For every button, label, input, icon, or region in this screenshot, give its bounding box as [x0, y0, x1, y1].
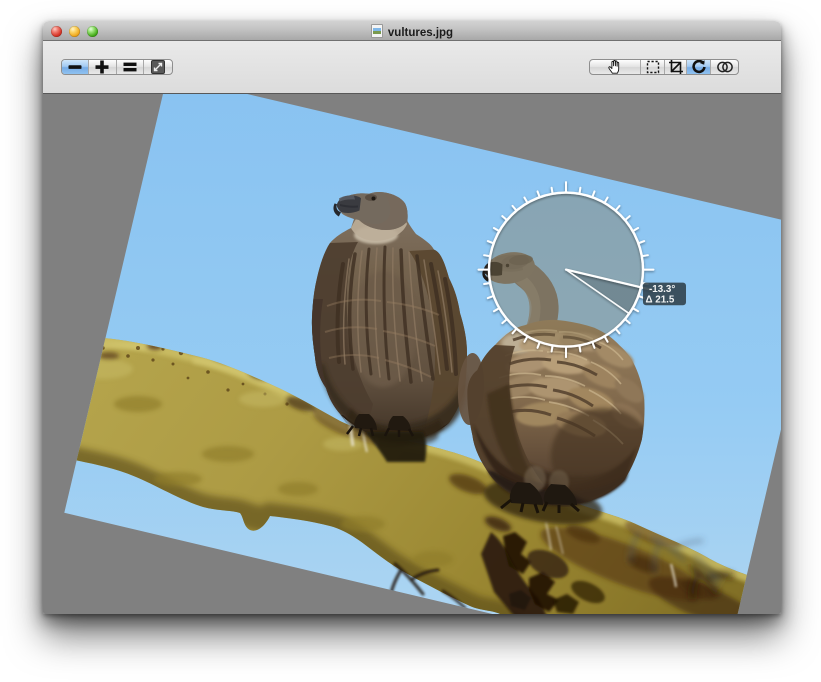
svg-text:-13.3°: -13.3°: [649, 284, 675, 295]
svg-text:Δ 21.5: Δ 21.5: [646, 295, 675, 306]
